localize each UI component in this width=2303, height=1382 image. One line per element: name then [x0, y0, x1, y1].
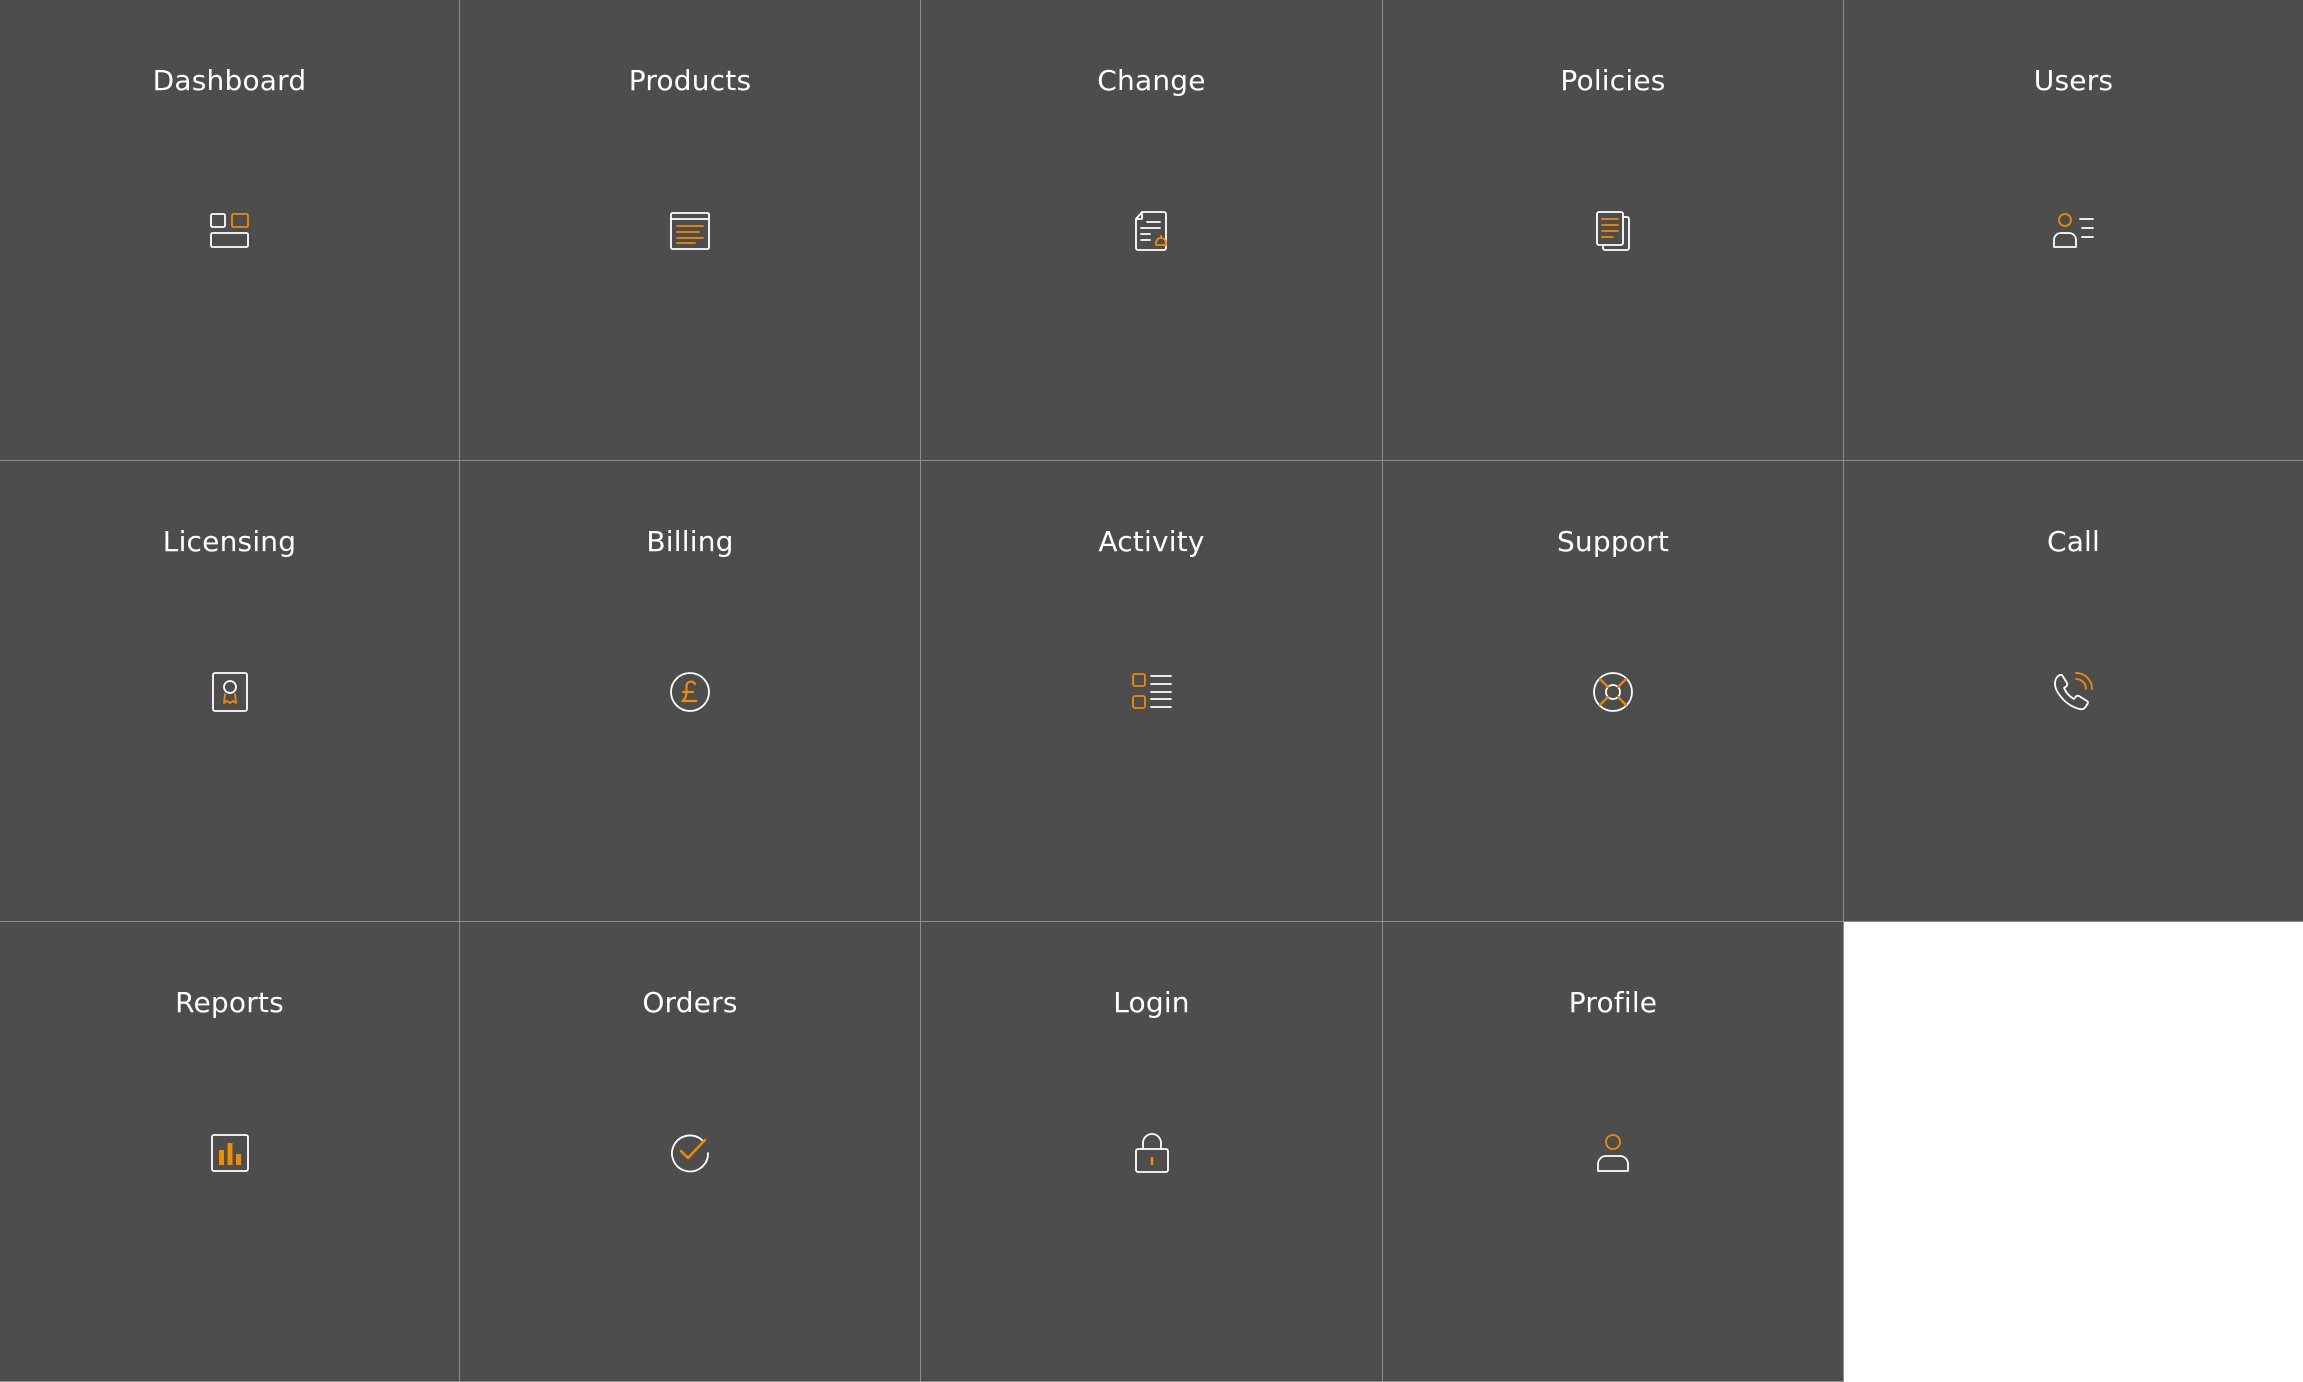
tile-label: Login [1113, 986, 1190, 1019]
tile-support[interactable]: Support [1383, 461, 1844, 922]
activity-icon [1130, 670, 1174, 714]
tile-policies[interactable]: Policies [1383, 0, 1844, 461]
tile-label: Profile [1568, 986, 1658, 1019]
tile-label: Licensing [162, 525, 297, 558]
tile-label: Policies [1560, 64, 1666, 97]
tile-orders[interactable]: Orders [460, 922, 921, 1382]
navigation-tile-grid: Dashboard Products Change Policies Users… [0, 0, 2303, 1382]
licensing-icon [208, 670, 252, 714]
tile-reports[interactable]: Reports [0, 922, 460, 1382]
empty-grid-cell [1844, 922, 2303, 1382]
tile-label: Support [1556, 525, 1670, 558]
tile-profile[interactable]: Profile [1383, 922, 1844, 1382]
users-icon [2052, 209, 2096, 253]
tile-label: Reports [175, 986, 284, 1019]
tile-change[interactable]: Change [921, 0, 1383, 461]
tile-call[interactable]: Call [1844, 461, 2303, 922]
tile-licensing[interactable]: Licensing [0, 461, 460, 922]
tile-label: Users [2033, 64, 2114, 97]
billing-icon [668, 670, 712, 714]
tile-label: Change [1097, 64, 1206, 97]
tile-activity[interactable]: Activity [921, 461, 1383, 922]
orders-icon [668, 1131, 712, 1175]
tile-label: Billing [646, 525, 734, 558]
tile-dashboard[interactable]: Dashboard [0, 0, 460, 461]
tile-label: Products [628, 64, 752, 97]
tile-billing[interactable]: Billing [460, 461, 921, 922]
policies-icon [1591, 209, 1635, 253]
tile-products[interactable]: Products [460, 0, 921, 461]
tile-login[interactable]: Login [921, 922, 1383, 1382]
support-icon [1591, 670, 1635, 714]
tile-label: Activity [1098, 525, 1205, 558]
products-icon [668, 209, 712, 253]
call-icon [2052, 670, 2096, 714]
tile-label: Dashboard [152, 64, 307, 97]
reports-icon [208, 1131, 252, 1175]
tile-users[interactable]: Users [1844, 0, 2303, 461]
tile-label: Orders [642, 986, 738, 1019]
change-icon [1130, 209, 1174, 253]
login-icon [1130, 1131, 1174, 1175]
tile-label: Call [2046, 525, 2101, 558]
dashboard-icon [208, 209, 252, 253]
profile-icon [1591, 1131, 1635, 1175]
